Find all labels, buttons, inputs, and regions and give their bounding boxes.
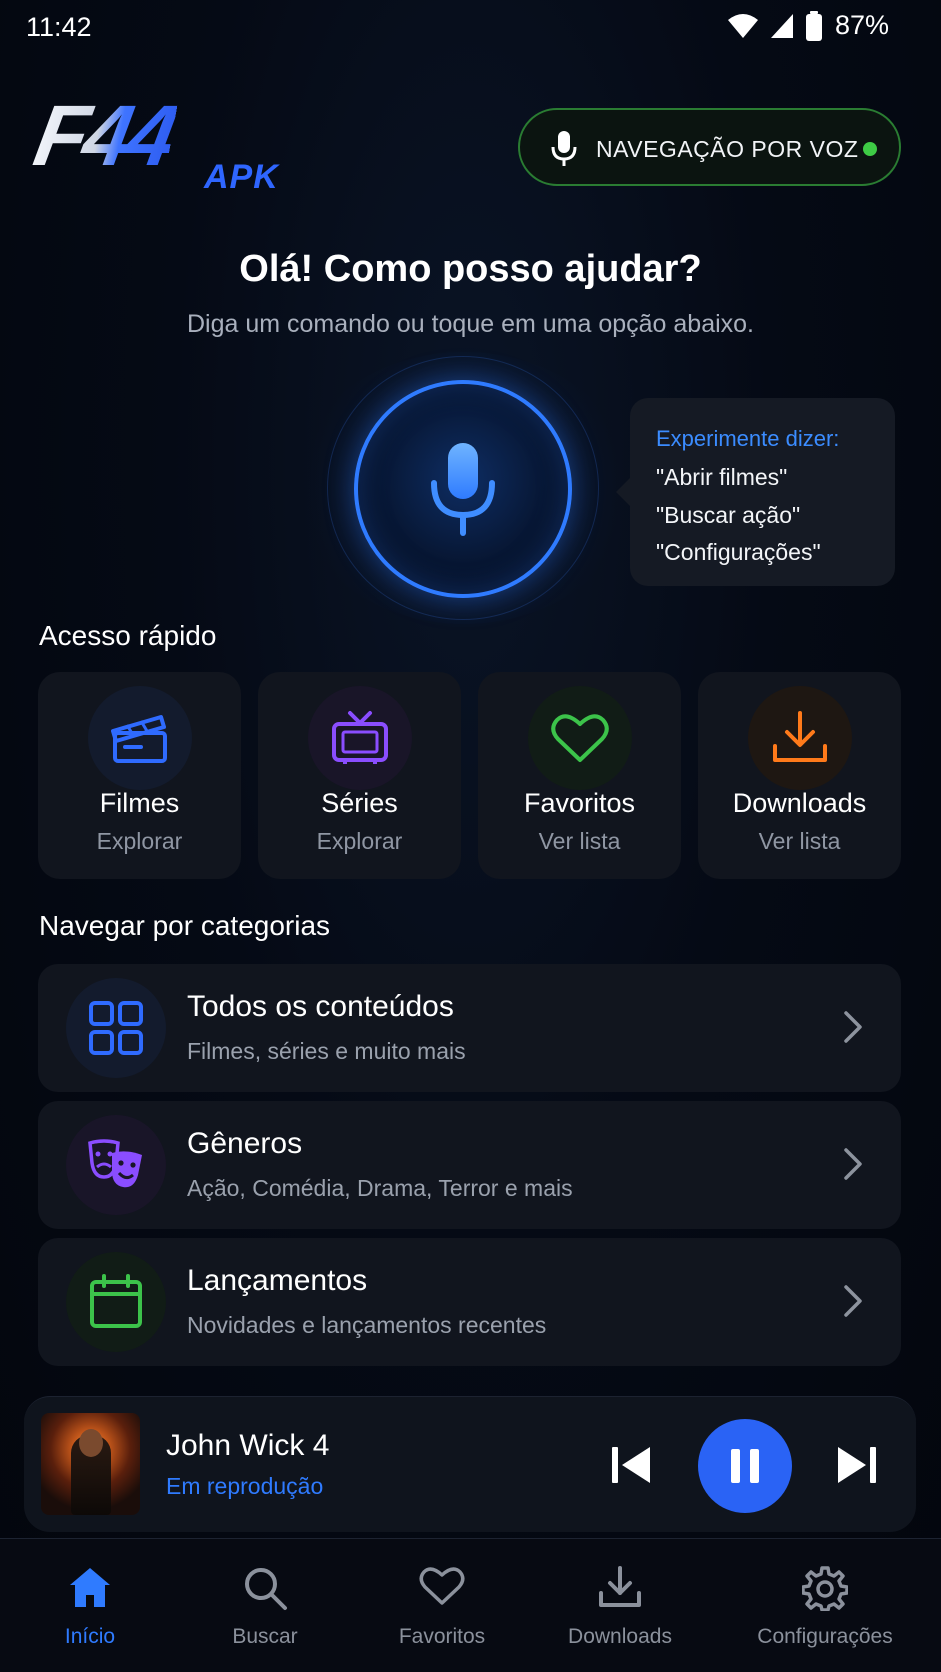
bottom-navigation: Início Buscar Favoritos Downloads Config… [0,1538,941,1672]
chevron-right-icon [844,1148,862,1180]
nav-label: Início [64,1625,116,1648]
quick-access-title: Acesso rápido [39,620,217,651]
voice-status-dot [863,142,877,156]
mini-player[interactable]: John Wick 4 Em reprodução [24,1396,916,1532]
heart-icon [528,686,632,790]
status-icons: 87% [727,10,889,41]
voice-tip-example: "Abrir filmes" [656,464,788,490]
quick-access-sublabel: Explorar [316,828,403,854]
pause-button[interactable] [698,1419,792,1513]
chevron-right-icon [844,1011,862,1043]
category-lancamentos[interactable]: Lançamentos Novidades e lançamentos rece… [38,1238,901,1366]
categories-title: Navegar por categorias [39,910,331,941]
category-title: Lançamentos [187,1264,368,1297]
grid-icon [66,978,166,1078]
skip-next-icon[interactable] [836,1443,878,1487]
quick-access-filmes[interactable]: Filmes Explorar [38,672,241,879]
tv-icon [308,686,412,790]
heart-icon [419,1567,465,1605]
quick-access-label: Downloads [732,788,867,818]
now-playing-title: John Wick 4 [166,1429,330,1462]
quick-access-grid: Filmes Explorar Séries Explorar Favorito… [38,672,901,879]
quick-access-sublabel: Ver lista [758,828,841,854]
category-subtitle: Ação, Comédia, Drama, Terror e mais [187,1175,573,1201]
voice-navigation-button[interactable]: NAVEGAÇÃO POR VOZ [518,108,901,186]
search-icon [245,1568,287,1610]
home-icon [70,1568,110,1607]
voice-tip-title: Experimente dizer: [656,426,840,451]
category-todos-conteudos[interactable]: Todos os conteúdos Filmes, séries e muit… [38,964,901,1092]
category-subtitle: Novidades e lançamentos recentes [187,1312,547,1338]
app-logo[interactable]: F44 APK [28,88,296,198]
now-playing-poster[interactable] [41,1413,140,1515]
voice-navigation-label: NAVEGAÇÃO POR VOZ [596,136,859,162]
nav-favoritos[interactable]: Favoritos [382,1539,502,1672]
quick-access-label: Filmes [99,788,180,818]
now-playing-status: Em reprodução [166,1473,324,1499]
status-time: 11:42 [26,12,92,42]
logo-sub-text: APK [204,158,279,196]
nav-downloads[interactable]: Downloads [560,1539,680,1672]
calendar-icon [66,1252,166,1352]
nav-configuracoes[interactable]: Configurações [745,1539,905,1672]
chevron-right-icon [844,1285,862,1317]
nav-label: Favoritos [398,1625,486,1648]
category-title: Gêneros [187,1127,303,1160]
greeting-subtitle: Diga um comando ou toque em uma opção ab… [186,310,755,338]
nav-label: Buscar [232,1625,298,1648]
category-subtitle: Filmes, séries e muito mais [187,1038,466,1064]
quick-access-sublabel: Explorar [96,828,183,854]
microphone-icon [551,131,577,166]
clapperboard-icon [88,686,192,790]
microphone-icon [431,443,495,536]
theater-masks-icon [66,1115,166,1215]
battery-icon [805,10,822,41]
nav-label: Configurações [757,1625,893,1648]
quick-access-favoritos[interactable]: Favoritos Ver lista [478,672,681,879]
voice-tip-example: "Configurações" [656,539,821,565]
nav-label: Downloads [568,1625,672,1648]
voice-tip-bubble: Experimente dizer: "Abrir filmes" "Busca… [616,398,895,586]
nav-buscar[interactable]: Buscar [205,1539,325,1672]
pause-icon [731,1449,759,1483]
skip-previous-icon[interactable] [610,1443,652,1487]
wifi-icon [727,13,758,38]
quick-access-label: Séries [321,788,398,818]
quick-access-series[interactable]: Séries Explorar [258,672,461,879]
logo-main-text: F44 [27,88,181,184]
download-icon [748,686,852,790]
gear-icon [802,1566,848,1611]
voice-command-button[interactable] [354,380,572,598]
quick-access-downloads[interactable]: Downloads Ver lista [698,672,901,879]
quick-access-sublabel: Ver lista [538,828,621,854]
greeting-title: Olá! Como posso ajudar? [239,248,702,290]
voice-tip-example: "Buscar ação" [656,502,801,528]
download-icon [599,1566,641,1607]
nav-inicio[interactable]: Início [30,1539,150,1672]
category-generos[interactable]: Gêneros Ação, Comédia, Drama, Terror e m… [38,1101,901,1229]
battery-percent: 87% [834,10,889,40]
cellular-signal-icon [770,13,793,38]
quick-access-label: Favoritos [523,788,636,818]
status-bar: 11:42 87% [0,0,941,56]
category-title: Todos os conteúdos [187,990,454,1023]
